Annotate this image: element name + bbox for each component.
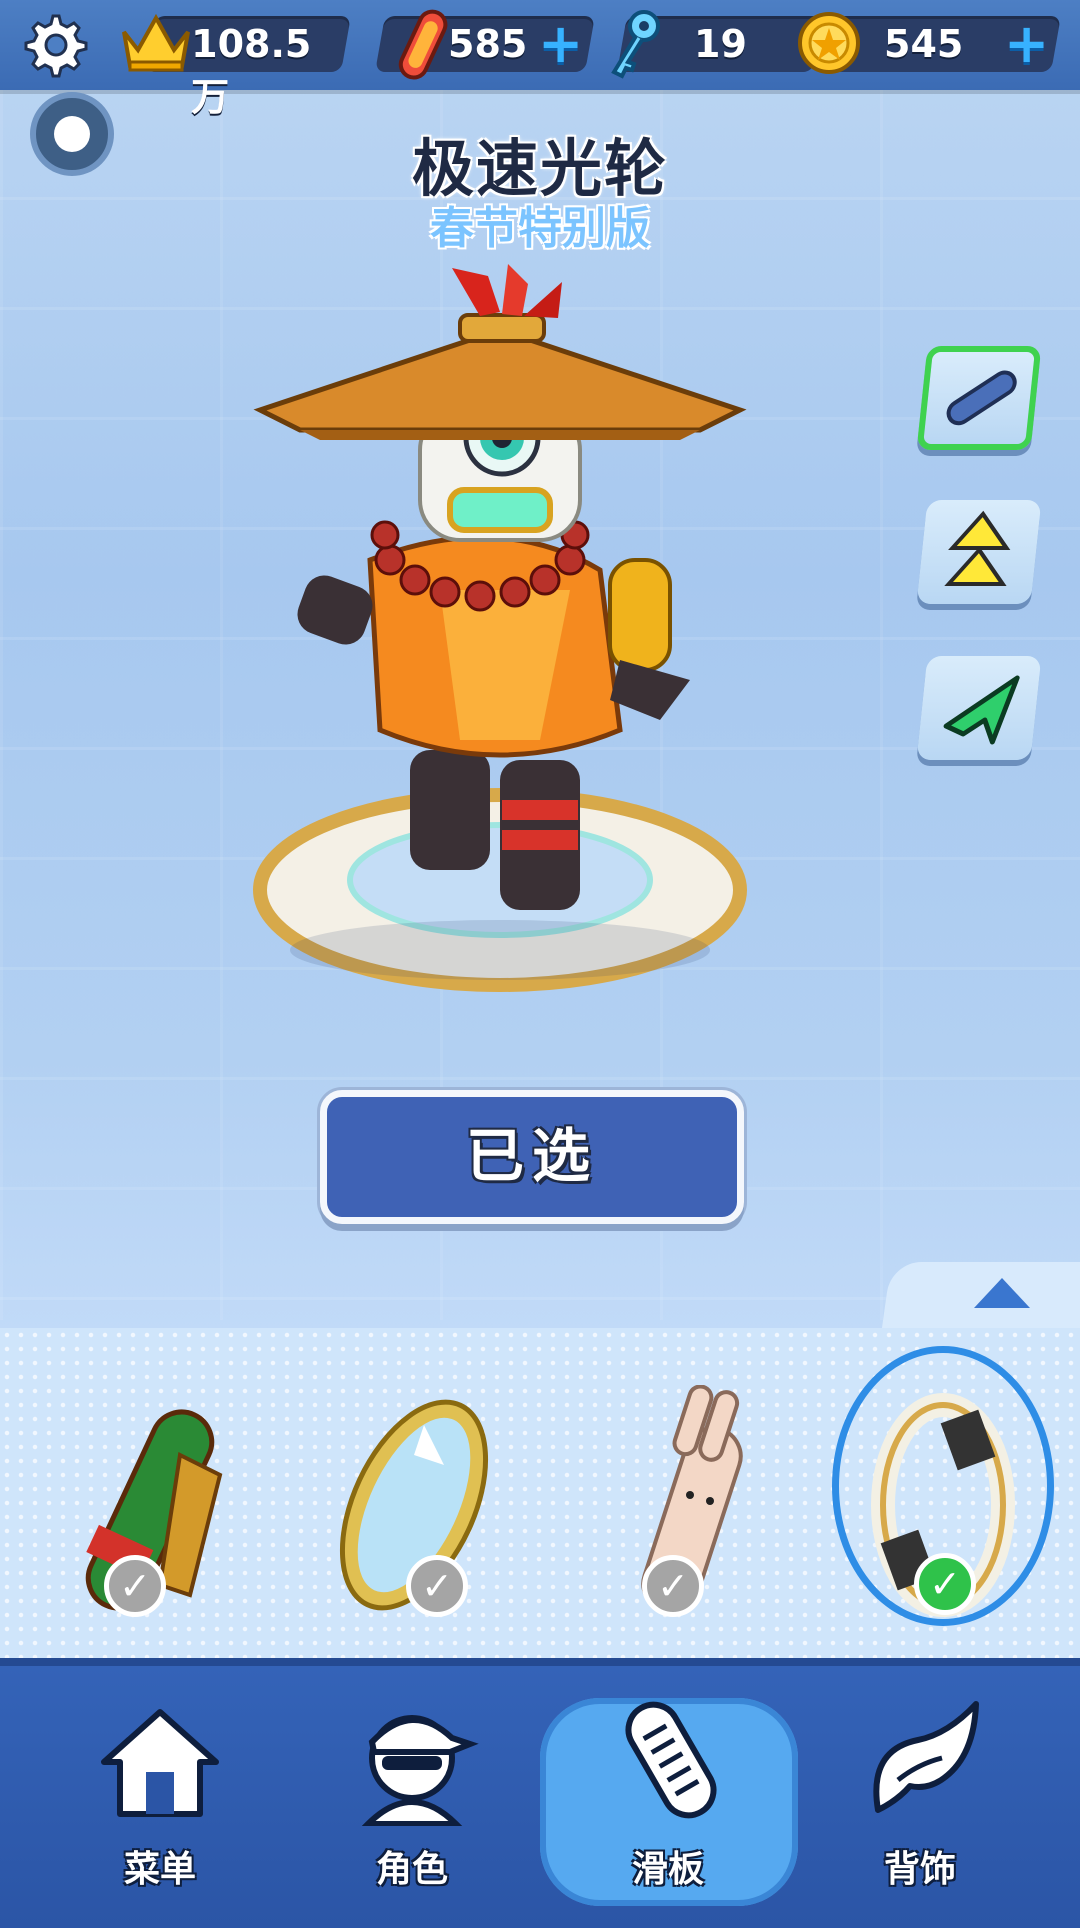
owned-check-icon: ✓ xyxy=(642,1555,704,1617)
nav-tab-accessory[interactable]: 背饰 xyxy=(820,1700,1020,1910)
double-arrow-up-icon xyxy=(944,510,1011,586)
nav-tab-menu[interactable]: 菜单 xyxy=(60,1700,260,1910)
nav-label-menu: 菜单 xyxy=(123,1849,196,1890)
selected-button[interactable]: 已选 xyxy=(320,1090,744,1224)
trail-effect-button[interactable] xyxy=(916,656,1042,760)
character-icon xyxy=(361,1715,479,1826)
wing-icon xyxy=(873,1701,979,1813)
home-icon xyxy=(101,1709,219,1817)
add-boards-button[interactable]: + xyxy=(538,12,583,75)
board-edition-subtitle: 春节特别版 xyxy=(430,203,650,254)
green-arrow-icon xyxy=(943,675,1020,745)
coins-value: 545 xyxy=(884,22,964,66)
board-item-bunny[interactable]: ✓ xyxy=(594,1385,794,1625)
owned-check-icon: ✓ xyxy=(104,1555,166,1617)
nav-tab-board[interactable]: 滑板 xyxy=(568,1700,768,1910)
board-item-mirror[interactable]: ✓ xyxy=(318,1395,518,1625)
key-icon xyxy=(611,10,660,79)
hoverboard-nav-icon xyxy=(625,1701,717,1819)
expand-up-arrow-icon[interactable] xyxy=(974,1278,1030,1308)
keys-value: 19 xyxy=(694,22,747,66)
nav-label-board: 滑板 xyxy=(631,1849,704,1890)
hoverboard-icon xyxy=(398,9,448,80)
owned-check-icon: ✓ xyxy=(406,1555,468,1617)
coin-icon xyxy=(798,12,860,74)
add-coins-button[interactable]: + xyxy=(1004,12,1049,75)
boards-value: 585 xyxy=(448,22,528,66)
character-on-hoverboard-illustration xyxy=(253,264,747,992)
settings-gear-icon[interactable] xyxy=(18,10,88,80)
score-value: 108.5万 xyxy=(191,22,312,119)
board-icon xyxy=(946,370,1017,426)
nav-label-character: 角色 xyxy=(375,1849,448,1890)
board-item-speed-wheel[interactable]: ✓ xyxy=(848,1393,1048,1625)
nav-tab-character[interactable]: 角色 xyxy=(312,1700,512,1910)
board-view-button[interactable] xyxy=(916,346,1042,450)
selected-check-icon: ✓ xyxy=(914,1553,976,1615)
nav-label-accessory: 背饰 xyxy=(883,1849,956,1890)
upgrade-button[interactable] xyxy=(916,500,1042,604)
board-item-green-guitar[interactable]: ✓ xyxy=(60,1395,260,1625)
